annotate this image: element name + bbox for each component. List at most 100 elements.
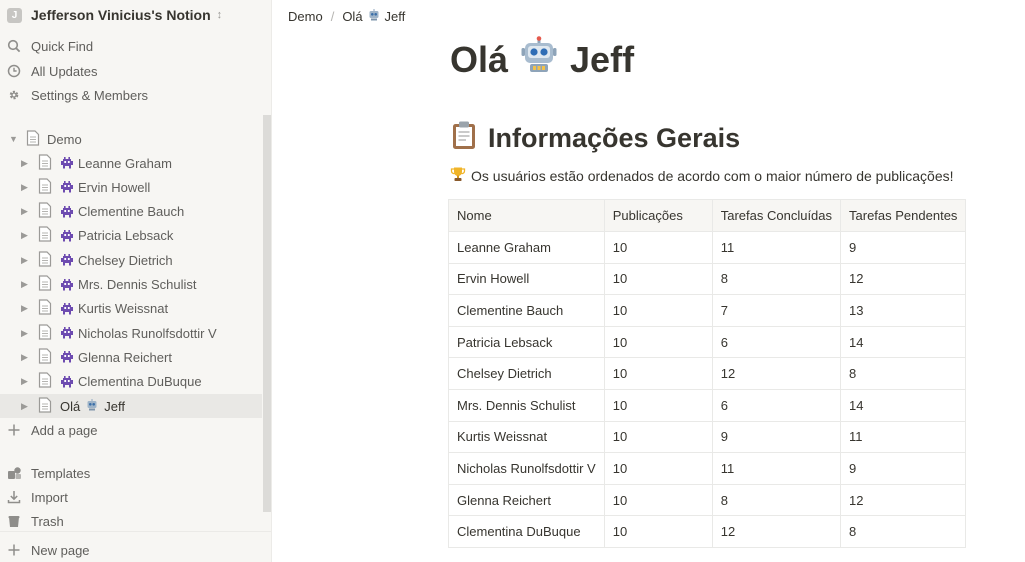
cell-publicacoes[interactable]: 10 [603, 515, 713, 548]
section-heading-text: Informações Gerais [488, 123, 741, 153]
cell-nome[interactable]: Leanne Graham [448, 231, 605, 264]
column-header-tarefas-concluidas[interactable]: Tarefas Concluídas [711, 199, 842, 232]
cell-nome[interactable]: Kurtis Weissnat [448, 420, 605, 454]
cell-tarefas-pendentes[interactable]: 11 [840, 420, 967, 454]
caret-right-icon[interactable]: ▶ [21, 182, 28, 193]
breadcrumb-ola-jeff[interactable]: Olá Jeff [342, 8, 405, 25]
cell-publicacoes[interactable]: 10 [603, 325, 713, 359]
sidebar-item-label-suffix: Jeff [104, 398, 125, 414]
caret-right-icon[interactable]: ▶ [21, 255, 28, 266]
sidebar-item-page[interactable]: ▶ Mrs. Dennis Schulist [0, 273, 262, 297]
cell-tarefas-pendentes[interactable]: 13 [840, 294, 967, 327]
settings-button[interactable]: Settings & Members [0, 83, 262, 107]
robot-icon [520, 36, 558, 83]
cell-tarefas-concluidas[interactable]: 8 [711, 262, 842, 296]
description-text[interactable]: Os usuários estão ordenados de acordo co… [450, 166, 954, 185]
cell-publicacoes[interactable]: 10 [603, 294, 713, 327]
alien-monster-icon [60, 278, 74, 292]
sidebar-item-page[interactable]: ▶ Ervin Howell [0, 175, 262, 199]
caret-right-icon[interactable]: ▶ [21, 352, 28, 363]
cell-tarefas-pendentes[interactable]: 8 [840, 357, 967, 390]
breadcrumb-demo[interactable]: Demo [288, 9, 323, 24]
caret-right-icon[interactable]: ▶ [21, 230, 28, 241]
cell-publicacoes[interactable]: 10 [603, 420, 713, 454]
cell-tarefas-concluidas[interactable]: 6 [711, 325, 842, 359]
cell-tarefas-pendentes[interactable]: 9 [840, 452, 967, 485]
sidebar-item-page[interactable]: ▶ Clementina DuBuque [0, 370, 262, 394]
cell-tarefas-pendentes[interactable]: 14 [840, 388, 967, 422]
sidebar-item-page[interactable]: ▶ Nicholas Runolfsdottir V [0, 321, 262, 345]
cell-publicacoes[interactable]: 10 [603, 452, 713, 485]
templates-icon [6, 465, 22, 481]
cell-nome[interactable]: Clementine Bauch [448, 294, 605, 327]
trash-icon [6, 513, 22, 529]
cell-nome[interactable]: Mrs. Dennis Schulist [448, 388, 605, 422]
import-button[interactable]: Import [0, 485, 262, 509]
page-title[interactable]: Olá Jeff [450, 36, 634, 83]
cell-nome[interactable]: Patricia Lebsack [448, 325, 605, 359]
cell-tarefas-concluidas[interactable]: 11 [711, 452, 842, 485]
sidebar-item-label: Olá Jeff [60, 398, 125, 415]
cell-publicacoes[interactable]: 10 [603, 262, 713, 296]
cell-tarefas-pendentes[interactable]: 8 [840, 515, 967, 548]
sidebar-item-page[interactable]: ▶ Kurtis Weissnat [0, 297, 262, 321]
cell-publicacoes[interactable]: 10 [603, 231, 713, 264]
cell-tarefas-pendentes[interactable]: 9 [840, 231, 967, 264]
trash-button[interactable]: Trash [0, 509, 262, 533]
cell-tarefas-concluidas[interactable]: 9 [711, 420, 842, 454]
sidebar-item-page[interactable]: ▶ Clementine Bauch [0, 200, 262, 224]
cell-nome[interactable]: Clementina DuBuque [448, 515, 605, 548]
section-heading[interactable]: Informações Gerais [450, 120, 740, 157]
caret-right-icon[interactable]: ▶ [21, 401, 28, 412]
sidebar-item-page[interactable]: ▶ Glenna Reichert [0, 345, 262, 369]
column-header-tarefas-pendentes[interactable]: Tarefas Pendentes [840, 199, 967, 232]
cell-tarefas-concluidas[interactable]: 7 [711, 294, 842, 327]
caret-right-icon[interactable]: ▶ [21, 376, 28, 387]
table-row: Mrs. Dennis Schulist 10 6 14 [448, 388, 967, 422]
cell-nome[interactable]: Glenna Reichert [448, 483, 605, 517]
cell-tarefas-concluidas[interactable]: 8 [711, 483, 842, 517]
cell-nome[interactable]: Ervin Howell [448, 262, 605, 296]
caret-right-icon[interactable]: ▶ [21, 206, 28, 217]
robot-icon [367, 8, 381, 25]
trophy-icon [450, 166, 466, 185]
page-icon [38, 396, 52, 416]
new-page-button[interactable]: New page [0, 538, 262, 562]
all-updates-button[interactable]: All Updates [0, 59, 262, 83]
breadcrumb-separator: / [330, 8, 335, 24]
alien-monster-icon [60, 205, 74, 219]
caret-right-icon[interactable]: ▶ [21, 158, 28, 169]
gear-icon [6, 87, 22, 103]
caret-down-icon[interactable]: ▼ [9, 134, 18, 144]
cell-tarefas-concluidas[interactable]: 6 [711, 388, 842, 422]
page-icon [38, 323, 52, 343]
sidebar-item-page[interactable]: ▶ Chelsey Dietrich [0, 248, 262, 272]
caret-right-icon[interactable]: ▶ [21, 328, 28, 339]
sidebar-item-demo[interactable]: ▼ Demo [0, 127, 262, 151]
workspace-switcher[interactable]: J Jefferson Vinicius's Notion ↕ [7, 4, 222, 26]
cell-nome[interactable]: Chelsey Dietrich [448, 357, 605, 390]
page-title-prefix: Olá [450, 38, 509, 80]
cell-tarefas-pendentes[interactable]: 14 [840, 325, 967, 359]
cell-publicacoes[interactable]: 10 [603, 483, 713, 517]
cell-nome[interactable]: Nicholas Runolfsdottir V [448, 452, 605, 485]
templates-button[interactable]: Templates [0, 461, 262, 485]
cell-tarefas-concluidas[interactable]: 12 [711, 515, 842, 548]
cell-publicacoes[interactable]: 10 [603, 357, 713, 390]
sidebar-scrollbar[interactable] [263, 115, 271, 512]
column-header-publicacoes[interactable]: Publicações [603, 199, 713, 232]
sidebar-item-page[interactable]: ▶ Patricia Lebsack [0, 224, 262, 248]
caret-right-icon[interactable]: ▶ [21, 303, 28, 314]
cell-tarefas-pendentes[interactable]: 12 [840, 262, 967, 296]
sidebar-item-page[interactable]: ▶ Leanne Graham [0, 151, 262, 175]
cell-publicacoes[interactable]: 10 [603, 388, 713, 422]
column-header-nome[interactable]: Nome [448, 199, 605, 232]
quick-find-button[interactable]: Quick Find [0, 34, 262, 58]
sidebar-item-ola-jeff[interactable]: ▶ Olá Jeff [0, 394, 262, 418]
add-page-button[interactable]: Add a page [0, 418, 262, 442]
cell-tarefas-concluidas[interactable]: 12 [711, 357, 842, 390]
caret-right-icon[interactable]: ▶ [21, 279, 28, 290]
cell-tarefas-pendentes[interactable]: 12 [840, 483, 967, 517]
plus-icon [6, 422, 22, 438]
cell-tarefas-concluidas[interactable]: 11 [711, 231, 842, 264]
